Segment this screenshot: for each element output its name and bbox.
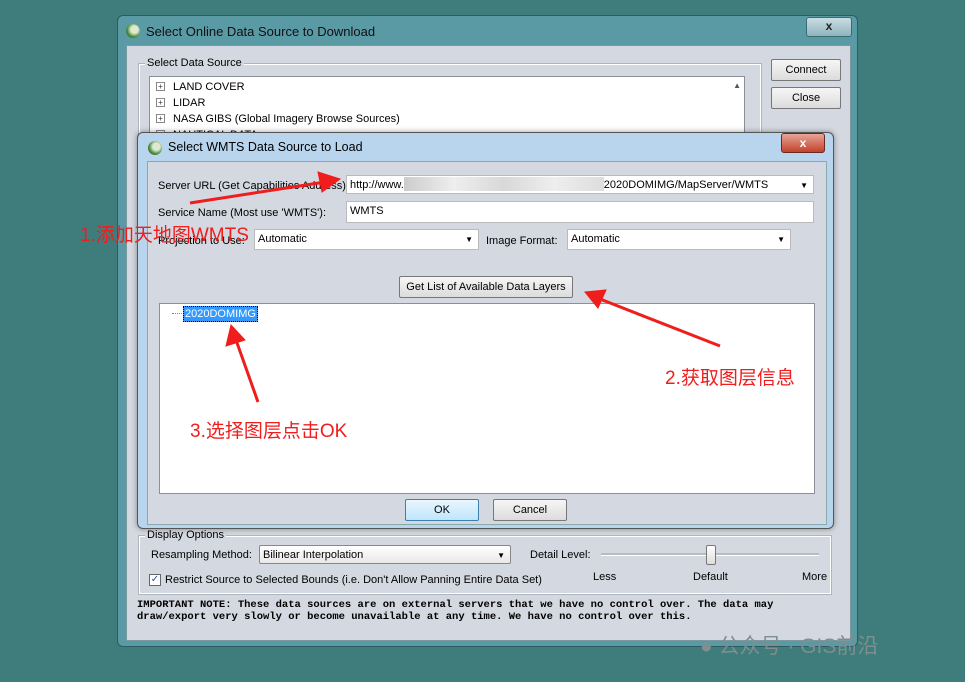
arrow-1-head (317, 171, 342, 193)
arrow-1 (189, 180, 326, 205)
annotation-arrows (189, 171, 721, 403)
arrow-3-head (225, 323, 246, 347)
annotation-step1: 1.添加天地图WMTS (80, 225, 249, 246)
annotation-step3: 3.选择图层点击OK (190, 421, 348, 442)
watermark: ● 公众号 · GIS前沿 (700, 635, 879, 658)
wechat-icon: ● (700, 635, 713, 658)
arrow-2 (599, 297, 721, 348)
arrow-3 (234, 339, 260, 403)
annotation-step2: 2.获取图层信息 (665, 368, 795, 389)
